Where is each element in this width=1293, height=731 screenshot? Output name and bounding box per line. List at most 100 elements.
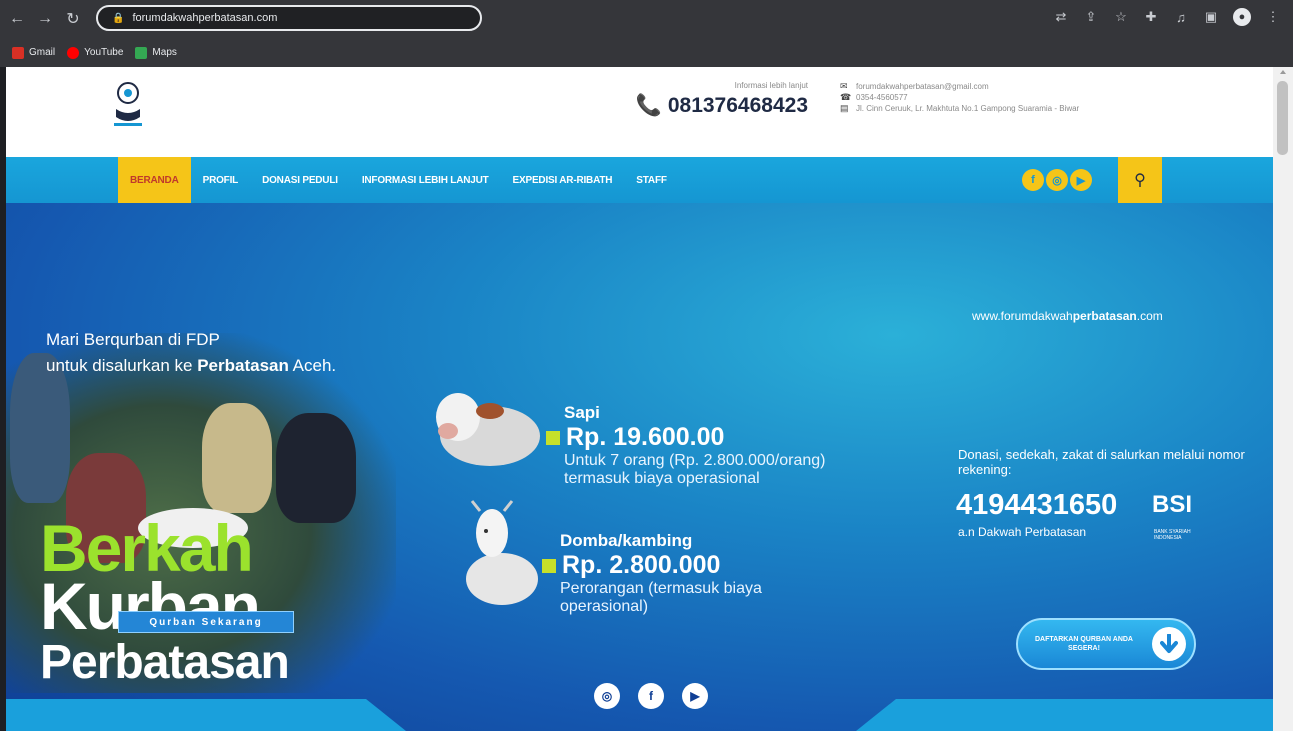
bottom-band-right (856, 699, 1273, 731)
sidepanel-icon[interactable]: ▣ (1203, 9, 1219, 25)
reload-icon[interactable]: ↻ (62, 8, 84, 30)
page-scrollbar[interactable] (1273, 67, 1293, 731)
map-icon: ▤ (840, 103, 849, 113)
browser-toolbar: ← → ↻ 🔒 forumdakwahperbatasan.com ⇄ ⇪ ☆ … (0, 0, 1293, 38)
menu-kebab-icon[interactable]: ⋮ (1265, 9, 1281, 25)
bookmark-star-icon[interactable]: ☆ (1113, 9, 1129, 25)
youtube-icon[interactable]: ▶ (682, 683, 708, 709)
mail-icon: ✉ (840, 81, 848, 91)
instagram-icon[interactable]: ◎ (1046, 169, 1068, 191)
account-number: 4194431650 (956, 489, 1118, 521)
nav-item-donasi-peduli[interactable]: DONASI PEDULI (250, 157, 350, 203)
search-icon: ⚲ (1134, 172, 1146, 189)
bookmarks-bar: Gmail YouTube Maps (0, 38, 1293, 67)
instagram-icon[interactable]: ◎ (594, 683, 620, 709)
site-logo[interactable] (110, 79, 146, 129)
address-url: forumdakwahperbatasan.com (132, 12, 278, 24)
scrollbar-thumb[interactable] (1277, 81, 1288, 155)
search-button[interactable]: ⚲ (1118, 157, 1162, 203)
toolbar-actions: ⇄ ⇪ ☆ ✚ ♫ ▣ ● ⋮ (1053, 8, 1281, 26)
bookmark-label: Gmail (29, 47, 56, 58)
site-url-bold: perbatasan (1072, 309, 1137, 323)
back-icon[interactable]: ← (6, 8, 28, 30)
nav-items: BERANDA PROFIL DONASI PEDULI INFORMASI L… (118, 157, 679, 203)
offer-name: Sapi (564, 403, 600, 422)
promo-line-2-prefix: untuk disalurkan ke (46, 356, 198, 375)
media-icon[interactable]: ♫ (1173, 9, 1189, 25)
promo-line-2-suffix: Aceh. (288, 356, 337, 375)
bookmark-label: Maps (152, 47, 177, 58)
offer-price: Rp. 2.800.000 (562, 551, 721, 579)
gmail-icon (12, 46, 24, 59)
person-figure (276, 413, 356, 523)
price-marker (542, 558, 556, 573)
promo-line-1: Mari Berqurban di FDP (46, 330, 220, 349)
offer-note-1: Untuk 7 orang (Rp. 2.800.000/orang) (564, 452, 826, 469)
contact-address: Jl. Cinn Ceruuk, Lr. Makhtuta No.1 Gampo… (856, 104, 1080, 113)
phone-icon: 📞 (635, 94, 662, 117)
contact-phone: 0354-4560577 (856, 93, 908, 102)
contact-info: ✉ forumdakwahperbatasan@gmail.com ☎ 0354… (840, 81, 1120, 114)
nav-item-expedisi[interactable]: EXPEDISI AR-RIBATH (501, 157, 625, 203)
bank-logo: BSI (1152, 491, 1193, 518)
bookmark-gmail[interactable]: Gmail (12, 46, 56, 59)
hotline-number[interactable]: 📞 081376468423 (618, 94, 808, 118)
contact-email[interactable]: forumdakwahperbatasan@gmail.com (856, 81, 989, 92)
nav-item-profil[interactable]: PROFIL (191, 157, 250, 203)
maps-icon (135, 46, 148, 59)
bottom-band-left (6, 699, 406, 731)
offer-note-1: Perorangan (termasuk biaya (560, 580, 762, 597)
offer-domba: Domba/kambing Rp. 2.800.000 Perorangan (… (542, 531, 762, 616)
account-holder: a.n Dakwah Perbatasan (958, 525, 1087, 539)
banner-site-url: www.forumdakwahperbatasan.com (972, 309, 1163, 323)
youtube-icon (67, 46, 80, 59)
hotline-number-text: 081376468423 (667, 94, 808, 117)
contact-phone-row: ☎ 0354-4560577 (840, 92, 1120, 103)
browser-chrome: ← → ↻ 🔒 forumdakwahperbatasan.com ⇄ ⇪ ☆ … (0, 0, 1293, 67)
facebook-icon[interactable]: f (1022, 169, 1044, 191)
bookmark-youtube[interactable]: YouTube (67, 46, 123, 59)
offer-price-row: Rp. 19.600.00 (546, 423, 826, 452)
person-figure (202, 403, 272, 513)
download-arrow-icon (1152, 627, 1186, 661)
contact-email-row: ✉ forumdakwahperbatasan@gmail.com (840, 81, 1120, 92)
facebook-icon[interactable]: f (638, 683, 664, 709)
promo-line-2: untuk disalurkan ke Perbatasan Aceh. (46, 356, 336, 376)
price-marker (546, 430, 560, 445)
bank-subtitle: BANK SYARIAH INDONESIA (1154, 529, 1191, 541)
nav-item-informasi[interactable]: INFORMASI LEBIH LANJUT (350, 157, 501, 203)
register-qurban-button[interactable]: DAFTARKAN QURBAN ANDA SEGERA! (1016, 618, 1196, 670)
scroll-up-icon[interactable] (1280, 70, 1286, 74)
offer-name: Domba/kambing (560, 531, 693, 550)
nav-social-links: f ◎ ▶ (1022, 169, 1092, 191)
extension-icon[interactable]: ✚ (1143, 9, 1159, 25)
site-url-prefix: www.forumdakwah (972, 309, 1073, 323)
hero-banner: Mari Berqurban di FDP untuk disalurkan k… (6, 203, 1273, 731)
translate-icon[interactable]: ⇄ (1053, 9, 1069, 25)
nav-item-staff[interactable]: STAFF (624, 157, 678, 203)
offer-note-2: termasuk biaya operasional (564, 470, 760, 487)
offer-sapi: Sapi Rp. 19.600.00 Untuk 7 orang (Rp. 2.… (546, 403, 826, 488)
banner-social-links: ◎ f ▶ (594, 683, 708, 709)
phone-small-icon: ☎ (840, 92, 852, 102)
qurban-sekarang-button[interactable]: Qurban Sekarang (118, 611, 294, 633)
forward-icon[interactable]: → (34, 8, 56, 30)
lock-icon[interactable]: 🔒 (112, 13, 124, 24)
youtube-icon[interactable]: ▶ (1070, 169, 1092, 191)
nav-item-beranda[interactable]: BERANDA (118, 157, 191, 203)
offer-price: Rp. 19.600.00 (566, 423, 725, 451)
cow-image (436, 393, 540, 466)
contact-address-row: ▤ Jl. Cinn Ceruuk, Lr. Makhtuta No.1 Gam… (840, 103, 1120, 114)
register-button-label: DAFTARKAN QURBAN ANDA SEGERA! (1035, 636, 1133, 652)
goat-image (466, 500, 538, 605)
offer-price-row: Rp. 2.800.000 (542, 551, 762, 580)
bookmark-maps[interactable]: Maps (135, 46, 177, 59)
profile-avatar[interactable]: ● (1233, 8, 1251, 26)
page-viewport: Informasi lebih lanjut 📞 081376468423 ✉ … (6, 67, 1273, 731)
donation-text: Donasi, sedekah, zakat di salurkan melal… (958, 447, 1245, 477)
hotline-caption: Informasi lebih lanjut (734, 81, 808, 90)
address-bar[interactable]: 🔒 forumdakwahperbatasan.com (96, 5, 482, 31)
main-navbar: BERANDA PROFIL DONASI PEDULI INFORMASI L… (6, 157, 1273, 203)
site-header: Informasi lebih lanjut 📞 081376468423 ✉ … (6, 67, 1273, 157)
share-icon[interactable]: ⇪ (1083, 9, 1099, 25)
